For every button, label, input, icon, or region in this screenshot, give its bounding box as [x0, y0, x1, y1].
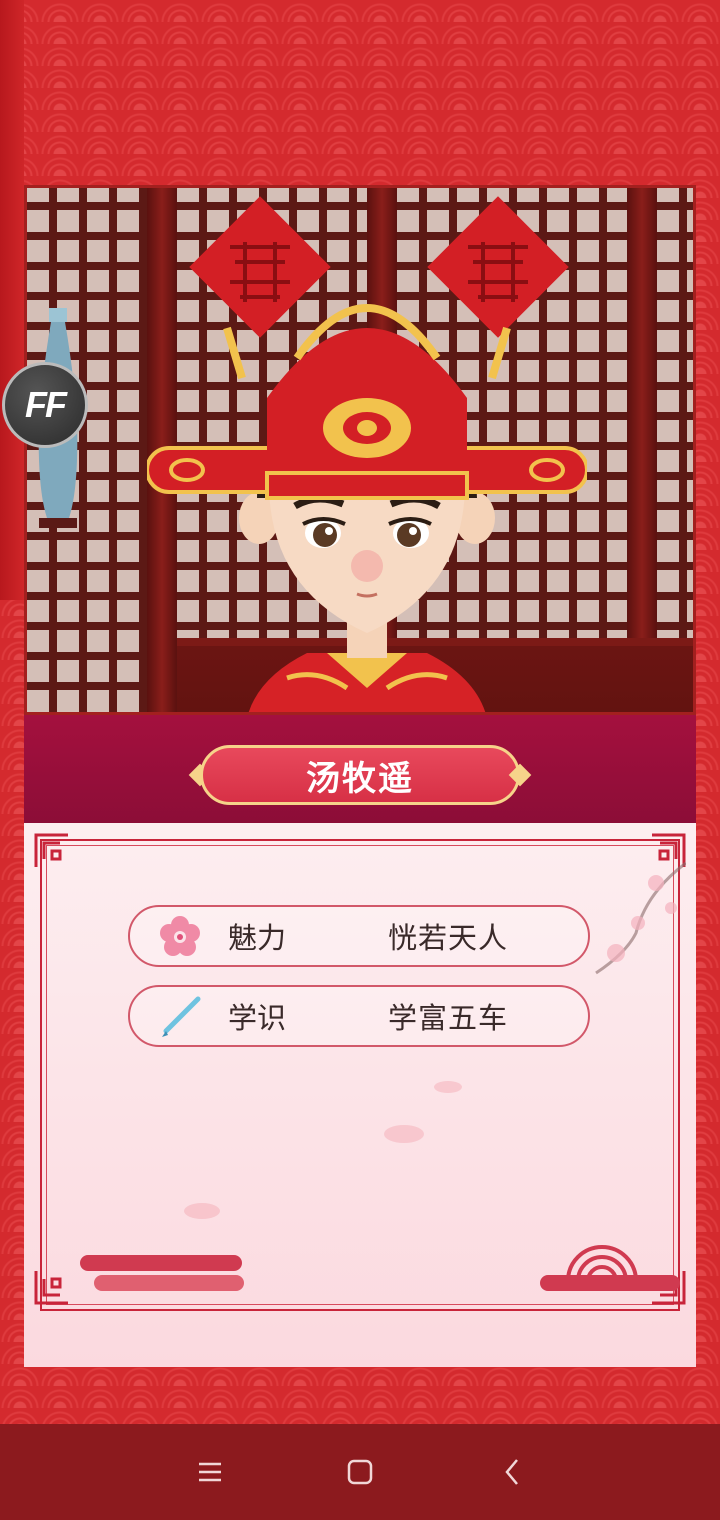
scroll-ornament [540, 1275, 680, 1291]
groom-avatar [147, 304, 587, 712]
system-navbar [0, 1424, 720, 1520]
menu-icon [199, 1462, 221, 1482]
ff-floating-badge[interactable]: FF [2, 362, 88, 448]
stat-row-knowledge: 学识 学富五车 [128, 985, 590, 1047]
chevron-left-icon [505, 1459, 518, 1485]
stat-label: 学识 [228, 1001, 287, 1035]
character-name: 汤牧遥 [200, 745, 520, 805]
menu-button[interactable] [190, 1452, 230, 1492]
corner-ornament-icon [34, 1271, 68, 1305]
stat-value: 恍若天人 [388, 921, 509, 955]
stat-label: 魅力 [228, 921, 287, 955]
corner-ornament-icon [34, 833, 68, 867]
pillar [627, 188, 657, 712]
stat-row-charm: 魅力 恍若天人 [128, 905, 590, 967]
petal [434, 1081, 462, 1093]
stat-value: 学富五车 [388, 1001, 509, 1035]
plum-blossom-icon [160, 916, 200, 956]
name-banner: 汤牧遥 [24, 715, 696, 823]
character-scene [24, 185, 696, 715]
square-home-icon [347, 1459, 373, 1485]
brush-icon [162, 996, 201, 1037]
petal [184, 1203, 220, 1219]
scroll-ornament [94, 1275, 244, 1291]
scroll-ornament [80, 1255, 242, 1271]
back-button[interactable] [492, 1452, 532, 1492]
left-edge-strip [0, 0, 24, 600]
stats-card: 魅力 恍若天人 学识 学富五车 [24, 823, 696, 1367]
plum-branch-icon [595, 861, 686, 975]
petal [384, 1125, 424, 1143]
lattice-window-right [657, 188, 693, 712]
home-button[interactable] [340, 1452, 380, 1492]
